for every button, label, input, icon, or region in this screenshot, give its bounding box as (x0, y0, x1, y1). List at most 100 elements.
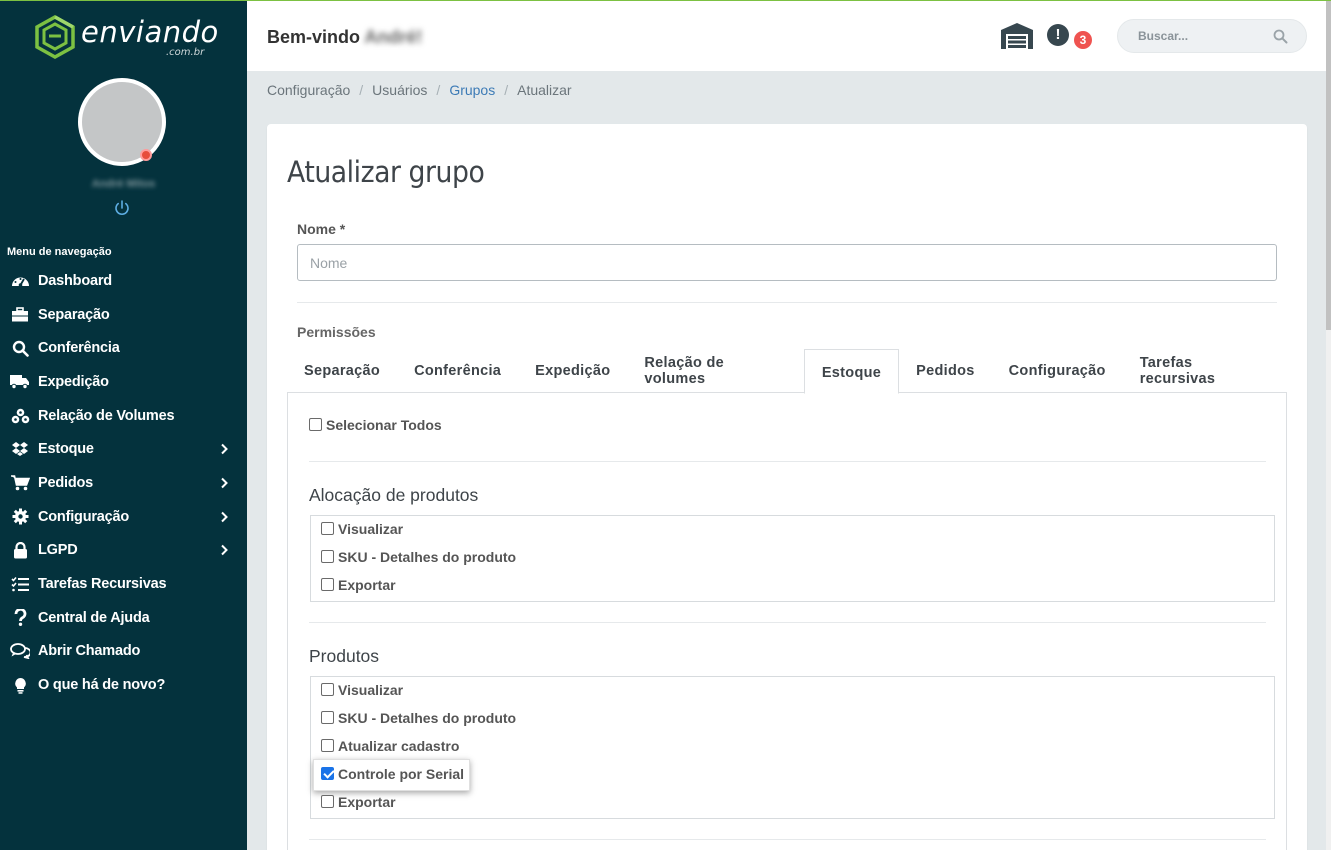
boxes-icon (10, 407, 30, 425)
sidebar-item-relacao-volumes[interactable]: Relação de Volumes (0, 399, 247, 433)
sidebar-item-label: Dashboard (38, 272, 112, 289)
sidebar-menu: Dashboard Separação Conferência Expediçã… (0, 264, 247, 702)
breadcrumb-usuarios[interactable]: Usuários (372, 82, 427, 98)
power-icon[interactable] (113, 199, 131, 217)
sidebar-item-dashboard[interactable]: Dashboard (0, 264, 247, 298)
section-box-produtos: Visualizar SKU - Detalhes do produto Atu… (310, 676, 1275, 819)
checkbox[interactable] (321, 738, 334, 752)
checkbox[interactable] (321, 549, 334, 563)
checkbox-label: Visualizar (338, 682, 404, 698)
tab-tarefas-recursivas[interactable]: Tarefas recursivas (1123, 349, 1287, 393)
permission-checkbox[interactable]: Exportar (321, 794, 396, 810)
checkbox-label: Atualizar cadastro (338, 738, 460, 754)
toolbox-icon (10, 306, 30, 324)
menu-title: Menu de navegação (7, 246, 112, 258)
permission-checkbox[interactable]: Visualizar (321, 682, 403, 698)
checkbox-label: Exportar (338, 577, 396, 593)
checkbox[interactable] (321, 794, 334, 808)
permission-tabs: Separação Conferência Expedição Relação … (287, 349, 1287, 394)
section-title-alocacao: Alocação de produtos (309, 485, 479, 505)
permission-checkbox[interactable]: Exportar (321, 577, 396, 593)
task-list-icon (10, 575, 30, 593)
logo-subtext: .com.br (166, 47, 205, 58)
tab-configuracao[interactable]: Configuração (992, 349, 1123, 393)
gear-icon (10, 508, 30, 526)
scrollbar[interactable] (1326, 0, 1331, 850)
breadcrumb-separator: / (504, 82, 509, 98)
tab-expedicao[interactable]: Expedição (518, 349, 627, 393)
welcome-message: Bem-vindo André! (267, 27, 422, 48)
scrollbar-thumb[interactable] (1326, 0, 1331, 330)
sidebar-item-label: Estoque (38, 441, 94, 458)
sidebar-item-central-ajuda[interactable]: Central de Ajuda (0, 601, 247, 635)
lock-icon (10, 541, 30, 559)
permissions-label: Permissões (297, 324, 376, 340)
sidebar-item-label: Relação de Volumes (38, 407, 175, 424)
name-input[interactable] (297, 244, 1277, 281)
tab-conferencia[interactable]: Conferência (397, 349, 518, 393)
dropbox-icon (10, 440, 30, 458)
checkbox[interactable] (321, 710, 334, 724)
warehouse-icon[interactable] (1000, 22, 1034, 50)
speedometer-icon (10, 272, 30, 290)
checkbox-label: SKU - Detalhes do produto (338, 549, 517, 565)
sidebar-item-configuracao[interactable]: Configuração (0, 500, 247, 534)
breadcrumb-configuracao[interactable]: Configuração (267, 82, 350, 98)
status-dot (140, 149, 152, 161)
sidebar-item-abrir-chamado[interactable]: Abrir Chamado (0, 635, 247, 669)
checkbox-label: Exportar (338, 794, 396, 810)
notification-badge: 3 (1074, 31, 1092, 49)
logo[interactable]: enviando .com.br (34, 15, 218, 60)
question-icon (10, 609, 30, 627)
permission-checkbox[interactable]: SKU - Detalhes do produto (321, 549, 516, 565)
sidebar-item-novidades[interactable]: O que há de novo? (0, 668, 247, 702)
chevron-right-icon (221, 477, 228, 489)
page-title: Atualizar grupo (287, 155, 485, 189)
checkbox-label: Controle por Serial (338, 766, 465, 782)
tab-separacao[interactable]: Separação (287, 349, 397, 393)
permission-checkbox[interactable]: Atualizar cadastro (321, 738, 459, 754)
sidebar-item-estoque[interactable]: Estoque (0, 432, 247, 466)
avatar[interactable] (78, 78, 166, 166)
sidebar-item-label: LGPD (38, 542, 78, 559)
checkbox[interactable] (321, 682, 334, 696)
permission-checkbox[interactable]: Visualizar (321, 521, 403, 537)
sidebar-item-label: Pedidos (38, 474, 93, 491)
sidebar-item-label: Conferência (38, 340, 120, 357)
sidebar-item-separacao[interactable]: Separação (0, 298, 247, 332)
sidebar-item-label: Configuração (38, 508, 130, 525)
user-name: André Mitos (91, 178, 156, 190)
form-card: Atualizar grupo Nome * Permissões Separa… (267, 124, 1307, 850)
sidebar-item-label: O que há de novo? (38, 677, 166, 694)
search-icon[interactable] (1273, 29, 1288, 44)
sidebar-item-tarefas-recursivas[interactable]: Tarefas Recursivas (0, 567, 247, 601)
breadcrumb-grupos[interactable]: Grupos (449, 82, 495, 98)
checkbox[interactable] (321, 521, 334, 535)
tab-estoque[interactable]: Estoque (803, 349, 900, 394)
divider (297, 302, 1277, 303)
sidebar-item-expedicao[interactable]: Expedição (0, 365, 247, 399)
welcome-name: André! (364, 27, 423, 47)
alert-icon[interactable]: ! (1047, 24, 1069, 46)
permission-checkbox-serial[interactable]: Controle por Serial (321, 766, 464, 782)
search-input[interactable] (1118, 20, 1268, 52)
tab-pedidos[interactable]: Pedidos (899, 349, 992, 393)
checkbox-label: Selecionar Todos (326, 417, 442, 433)
breadcrumb: Configuração / Usuários / Grupos / Atual… (267, 82, 572, 98)
tab-relacao-volumes[interactable]: Relação de volumes (627, 349, 803, 393)
sidebar-item-lgpd[interactable]: LGPD (0, 534, 247, 568)
checkbox[interactable] (321, 577, 334, 591)
sidebar-item-conferencia[interactable]: Conferência (0, 331, 247, 365)
checkbox-checked[interactable] (321, 766, 334, 780)
permission-checkbox[interactable]: SKU - Detalhes do produto (321, 710, 516, 726)
divider (309, 461, 1266, 462)
checkbox[interactable] (309, 417, 322, 431)
breadcrumb-separator: / (436, 82, 441, 98)
chevron-right-icon (221, 511, 228, 522)
sidebar-item-label: Abrir Chamado (38, 643, 141, 660)
sidebar-item-pedidos[interactable]: Pedidos (0, 466, 247, 500)
search-box (1117, 19, 1307, 53)
checkbox-label: Visualizar (338, 521, 404, 537)
select-all-checkbox[interactable]: Selecionar Todos (309, 417, 442, 433)
breadcrumb-separator: / (359, 82, 364, 98)
